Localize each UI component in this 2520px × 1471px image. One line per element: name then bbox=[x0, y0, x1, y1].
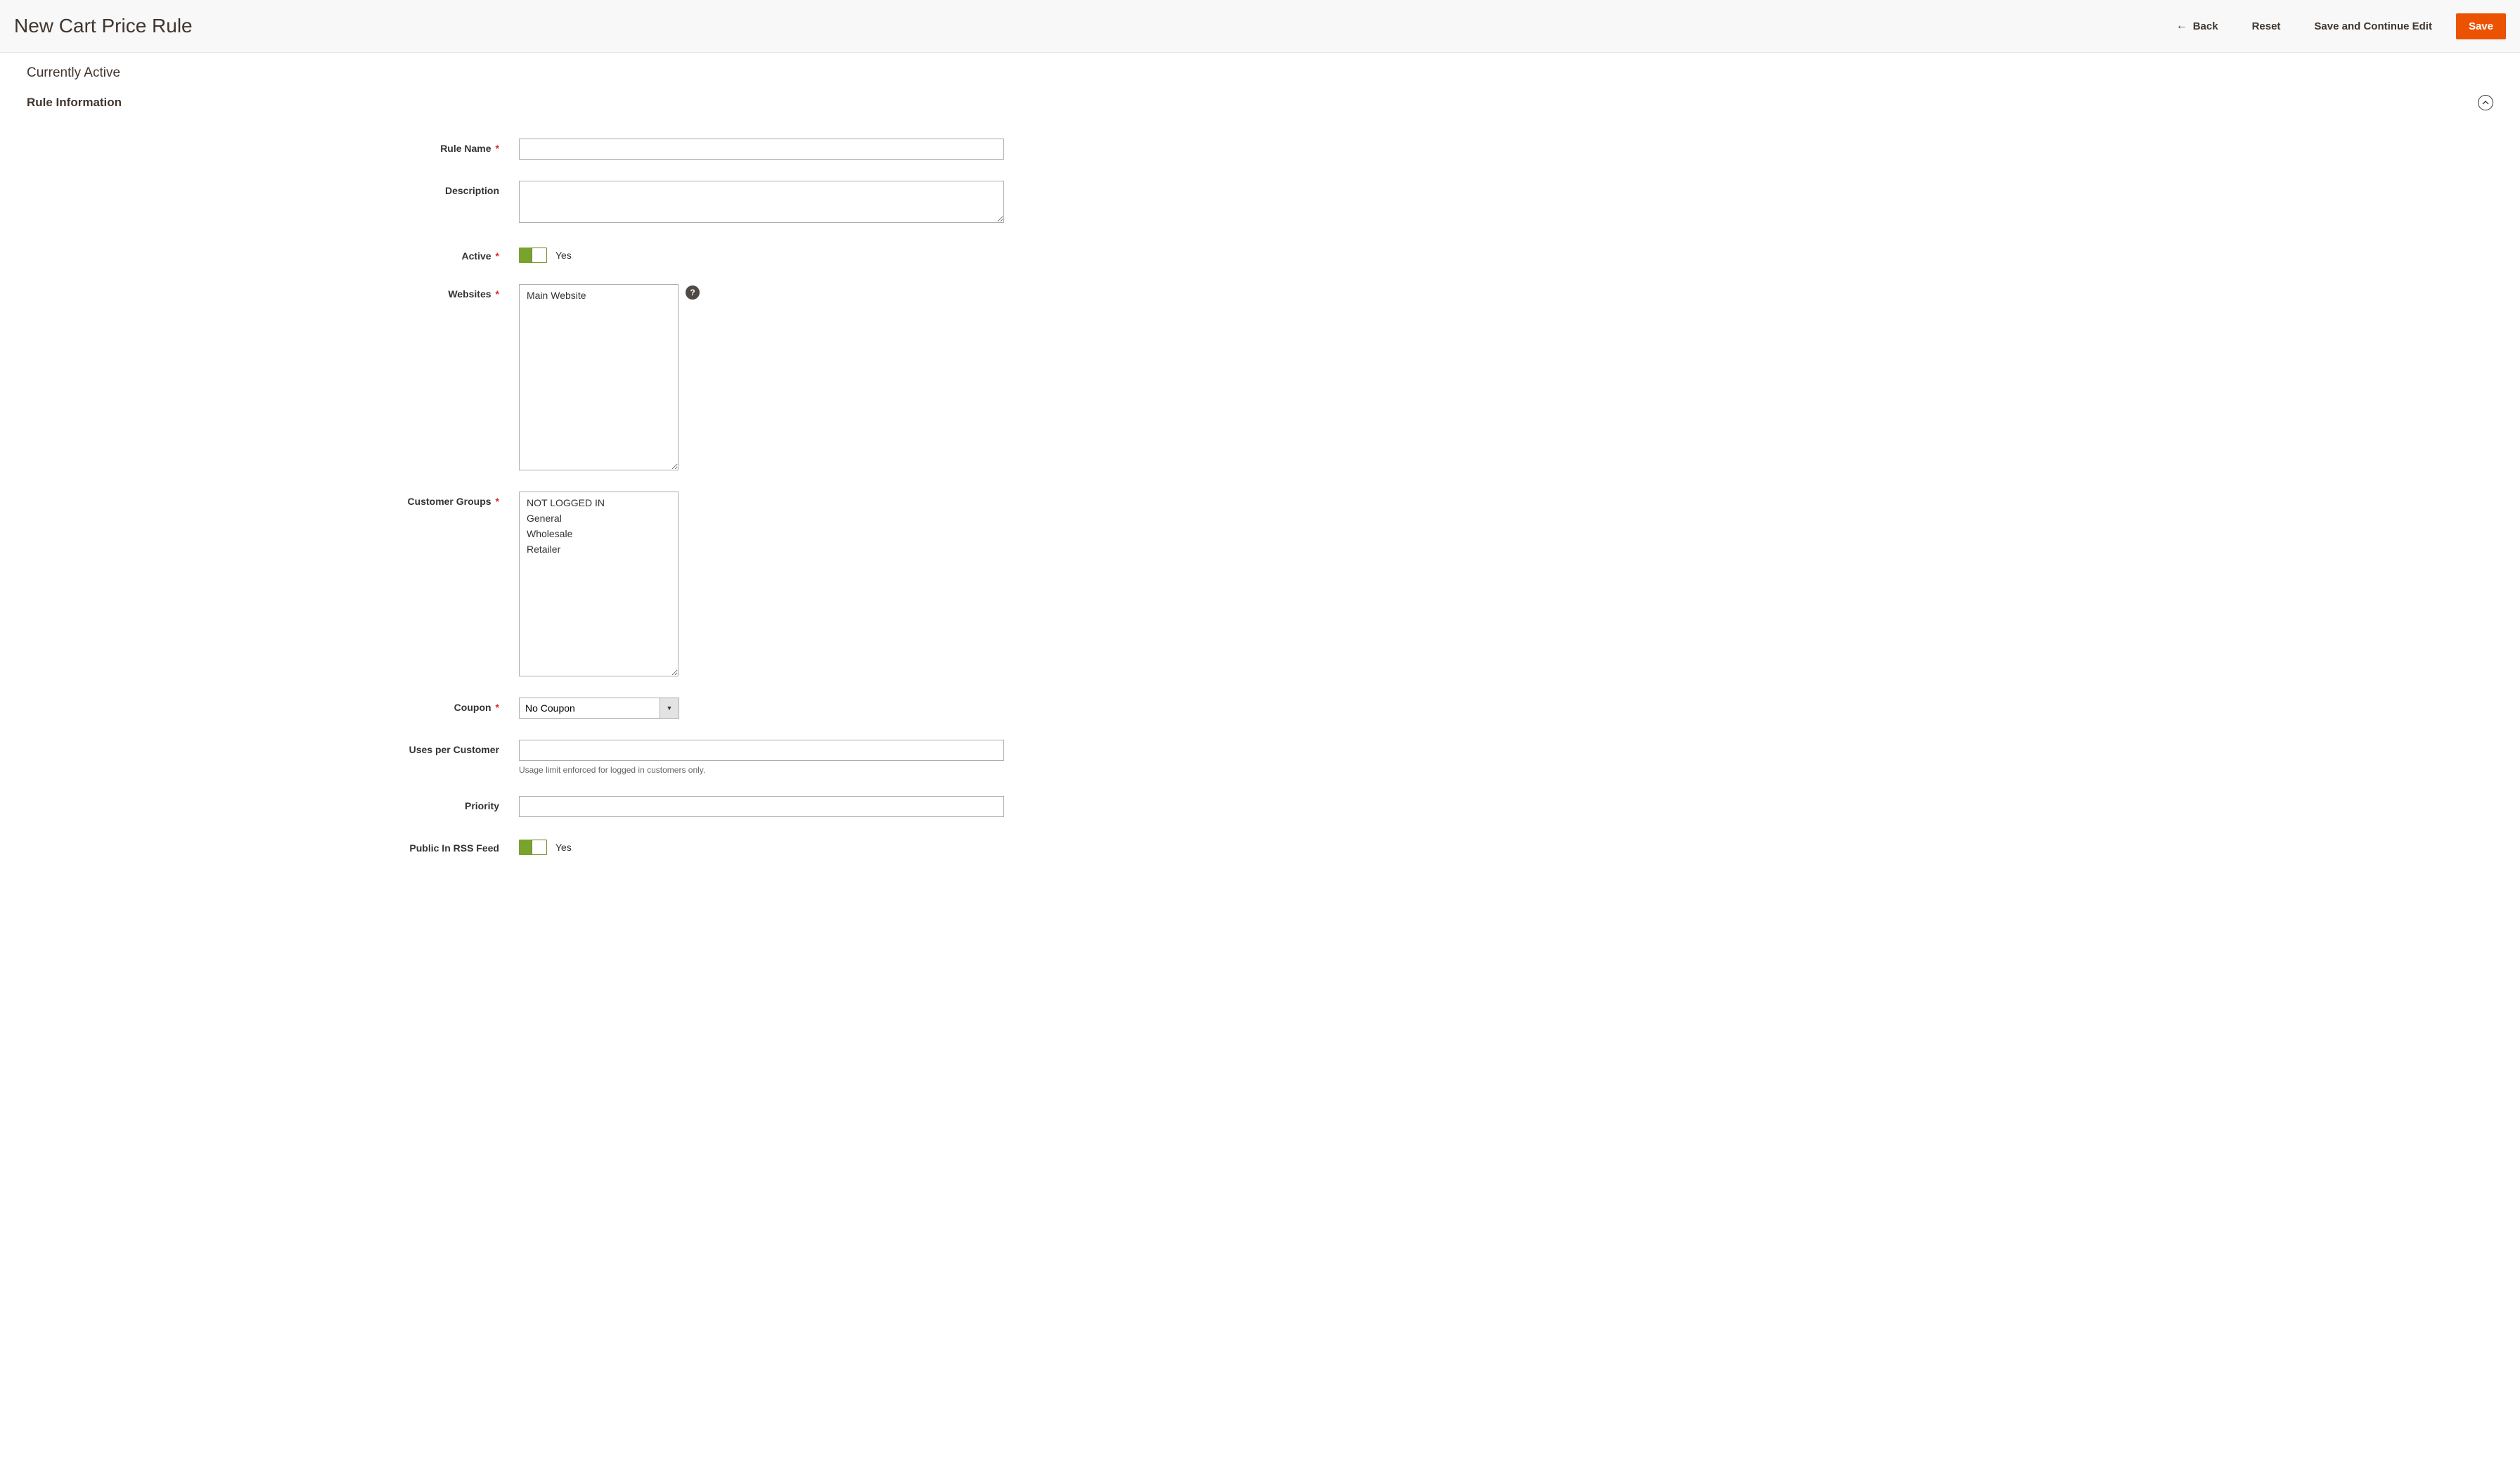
back-button-label: Back bbox=[2193, 20, 2218, 32]
uses-per-customer-row: Uses per Customer Usage limit enforced f… bbox=[27, 740, 2493, 775]
back-button[interactable]: ← Back bbox=[2166, 13, 2228, 39]
customer-groups-option[interactable]: Retailer bbox=[520, 541, 678, 557]
reset-button[interactable]: Reset bbox=[2242, 13, 2291, 39]
customer-groups-option[interactable]: General bbox=[520, 510, 678, 526]
toggle-knob bbox=[532, 248, 546, 262]
rss-label: Public In RSS Feed bbox=[27, 838, 519, 854]
customer-groups-multiselect[interactable]: NOT LOGGED IN General Wholesale Retailer bbox=[519, 492, 679, 676]
header-actions: ← Back Reset Save and Continue Edit Save bbox=[2166, 13, 2506, 39]
rss-toggle[interactable] bbox=[519, 840, 547, 855]
rule-name-label: Rule Name* bbox=[27, 139, 519, 154]
help-icon[interactable]: ? bbox=[686, 285, 700, 300]
save-continue-button[interactable]: Save and Continue Edit bbox=[2304, 13, 2442, 39]
rss-row: Public In RSS Feed Yes bbox=[27, 838, 2493, 855]
priority-row: Priority bbox=[27, 796, 2493, 817]
websites-multiselect[interactable]: Main Website bbox=[519, 284, 679, 470]
required-mark: * bbox=[496, 143, 499, 154]
section-title-text: Rule Information bbox=[27, 96, 122, 110]
required-mark: * bbox=[496, 250, 499, 262]
priority-input[interactable] bbox=[519, 796, 1004, 817]
customer-groups-option[interactable]: Wholesale bbox=[520, 526, 678, 541]
arrow-left-icon: ← bbox=[2176, 20, 2187, 32]
uses-per-customer-input[interactable] bbox=[519, 740, 1004, 761]
coupon-label: Coupon* bbox=[27, 698, 519, 713]
required-mark: * bbox=[496, 496, 499, 507]
required-mark: * bbox=[496, 702, 499, 713]
websites-option[interactable]: Main Website bbox=[520, 288, 678, 303]
coupon-row: Coupon* ▼ bbox=[27, 698, 2493, 719]
rule-name-input[interactable] bbox=[519, 139, 1004, 160]
active-toggle-text: Yes bbox=[555, 250, 572, 261]
description-label: Description bbox=[27, 181, 519, 196]
page-header: New Cart Price Rule ← Back Reset Save an… bbox=[0, 0, 2520, 53]
websites-row: Websites* Main Website ? bbox=[27, 284, 2493, 470]
page-title: New Cart Price Rule bbox=[14, 15, 193, 37]
rule-name-row: Rule Name* bbox=[27, 139, 2493, 160]
websites-label: Websites* bbox=[27, 284, 519, 300]
active-row: Active* Yes bbox=[27, 246, 2493, 263]
uses-note: Usage limit enforced for logged in custo… bbox=[519, 765, 1004, 775]
subtitle: Currently Active bbox=[0, 53, 2520, 88]
rss-toggle-text: Yes bbox=[555, 842, 572, 853]
toggle-knob bbox=[532, 840, 546, 854]
active-label: Active* bbox=[27, 246, 519, 262]
active-toggle[interactable] bbox=[519, 248, 547, 263]
form-container: Rule Name* Description Active* Yes Websi… bbox=[0, 124, 2520, 890]
coupon-select[interactable] bbox=[519, 698, 660, 719]
customer-groups-label: Customer Groups* bbox=[27, 492, 519, 507]
description-row: Description bbox=[27, 181, 2493, 225]
description-input[interactable] bbox=[519, 181, 1004, 223]
collapse-icon[interactable] bbox=[2478, 95, 2493, 110]
priority-label: Priority bbox=[27, 796, 519, 811]
customer-groups-row: Customer Groups* NOT LOGGED IN General W… bbox=[27, 492, 2493, 676]
customer-groups-option[interactable]: NOT LOGGED IN bbox=[520, 495, 678, 510]
uses-per-customer-label: Uses per Customer bbox=[27, 740, 519, 755]
save-button[interactable]: Save bbox=[2456, 13, 2506, 39]
chevron-down-icon[interactable]: ▼ bbox=[660, 698, 679, 719]
coupon-select-wrap[interactable]: ▼ bbox=[519, 698, 679, 719]
section-header[interactable]: Rule Information bbox=[0, 88, 2520, 124]
required-mark: * bbox=[496, 288, 499, 300]
